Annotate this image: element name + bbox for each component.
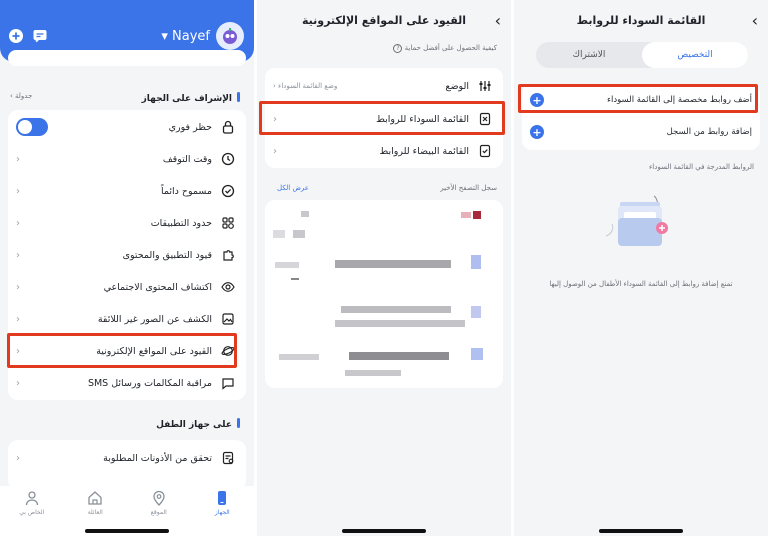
clock-icon xyxy=(218,149,238,169)
blurred-url[interactable] xyxy=(341,306,451,313)
instant-block-row[interactable]: حظر فوري xyxy=(8,111,246,143)
lock-icon xyxy=(218,117,238,137)
app-content-restrictions-row[interactable]: قيود التطبيق والمحتوى ‹ xyxy=(8,239,246,271)
chevron-left-icon: ‹ xyxy=(16,153,20,165)
device-icon xyxy=(214,490,230,506)
site-favicon xyxy=(473,211,481,219)
child-device-title: على جهاز الطفل xyxy=(156,418,240,430)
tab-custom[interactable]: التخصيص xyxy=(642,42,748,68)
top-card-edge xyxy=(8,50,246,66)
page-title: القائمة السوداء للروابط xyxy=(576,14,706,27)
site-favicon xyxy=(461,212,471,218)
empty-state-text: تمنع إضافة روابط إلى القائمة السوداء الأ… xyxy=(549,280,733,288)
history-card xyxy=(265,200,503,388)
tab-subscription[interactable]: الاشتراك xyxy=(536,42,642,68)
avatar[interactable] xyxy=(216,22,244,50)
question-icon: ? xyxy=(393,44,403,53)
empty-folder-icon xyxy=(600,190,680,254)
included-links-label: الروابط المدرجة في القائمة السوداء xyxy=(649,163,754,171)
add-circle-icon: + xyxy=(530,125,544,139)
blacklist-highlight xyxy=(259,101,505,135)
schedule-link[interactable]: ‹ جدولة xyxy=(10,92,32,100)
tabs: التخصيص الاشتراك xyxy=(536,42,748,68)
nav-device[interactable]: الجهاز xyxy=(200,490,244,536)
mode-value: وضع القائمة السوداء ‹ xyxy=(273,82,338,90)
chevron-left-icon: ‹ xyxy=(16,185,20,197)
chevron-left-icon: ‹ xyxy=(273,145,277,157)
blurred-text xyxy=(291,278,299,280)
whitelist-row[interactable]: القائمة البيضاء للروابط ‹ xyxy=(265,135,503,167)
site-favicon xyxy=(471,306,481,318)
device-panel: ▾ Nayef الإشراف على الجهاز ‹ جدولة حظر ف… xyxy=(0,0,254,536)
message-icon[interactable] xyxy=(32,28,48,44)
blurred-url[interactable] xyxy=(335,320,465,327)
image-detection-row[interactable]: الكشف عن الصور غير اللائقة ‹ xyxy=(8,303,246,335)
calls-sms-row[interactable]: مراقبة المكالمات ورسائل SMS ‹ xyxy=(8,367,246,399)
blurred-url[interactable] xyxy=(345,370,401,376)
image-scan-icon xyxy=(218,309,238,329)
home-icon xyxy=(87,490,103,506)
home-indicator xyxy=(342,529,426,533)
help-link[interactable]: كيفية الحصول على أفضل حماية ? xyxy=(393,44,497,53)
blurred-url[interactable] xyxy=(301,211,309,217)
person-icon xyxy=(24,490,40,506)
home-indicator xyxy=(599,529,683,533)
add-custom-highlight xyxy=(518,84,758,113)
social-detection-row[interactable]: اكتشاف المحتوى الاجتماعي ‹ xyxy=(8,271,246,303)
chevron-left-icon: ‹ xyxy=(16,281,20,293)
puzzle-icon xyxy=(218,245,238,265)
blurred-url[interactable] xyxy=(293,230,305,238)
app-limits-row[interactable]: حدود التطبيقات ‹ xyxy=(8,207,246,239)
blurred-url[interactable] xyxy=(279,354,319,360)
chevron-left-icon: ‹ xyxy=(16,377,20,389)
chevron-left-icon: ‹ xyxy=(16,313,20,325)
blacklist-panel: ‹ القائمة السوداء للروابط التخصيص الاشتر… xyxy=(514,0,768,536)
add-from-history-row[interactable]: إضافة روابط من السجل + xyxy=(522,116,760,148)
website-restrictions-highlight xyxy=(7,333,237,368)
supervision-title: الإشراف على الجهاز xyxy=(142,92,240,104)
show-all-link[interactable]: عرض الكل xyxy=(277,184,309,192)
child-device-card: تحقق من الأذونات المطلوبة ‹ xyxy=(8,440,246,490)
whitelist-icon xyxy=(475,141,495,161)
chevron-left-icon: ‹ xyxy=(16,217,20,229)
blurred-url[interactable] xyxy=(335,260,451,268)
blurred-url[interactable] xyxy=(349,352,449,360)
nav-mine[interactable]: الخاص بي xyxy=(10,490,54,536)
location-icon xyxy=(151,490,167,506)
downtime-row[interactable]: وقت التوقف ‹ xyxy=(8,143,246,175)
site-favicon xyxy=(471,255,481,269)
website-restrictions-panel: ‹ القيود على المواقع الإلكترونية كيفية ا… xyxy=(257,0,511,536)
user-name[interactable]: ▾ Nayef xyxy=(161,29,210,44)
instant-block-toggle[interactable] xyxy=(16,118,48,136)
sliders-icon xyxy=(475,76,495,96)
eye-icon xyxy=(218,277,238,297)
always-allowed-row[interactable]: مسموح دائماً ‹ xyxy=(8,175,246,207)
chat-icon xyxy=(218,373,238,393)
checklist-icon xyxy=(218,448,238,468)
blurred-url[interactable] xyxy=(275,262,299,268)
mode-row[interactable]: الوضع وضع القائمة السوداء ‹ xyxy=(265,70,503,102)
check-badge-icon xyxy=(218,181,238,201)
chevron-left-icon: ‹ xyxy=(16,452,20,464)
page-title: القيود على المواقع الإلكترونية xyxy=(301,14,467,27)
blurred-url[interactable] xyxy=(273,230,285,238)
home-indicator xyxy=(85,529,169,533)
add-icon[interactable] xyxy=(8,28,24,44)
history-label: سجل التصفح الأخير xyxy=(440,184,497,192)
site-favicon xyxy=(471,348,483,360)
check-permissions-row[interactable]: تحقق من الأذونات المطلوبة ‹ xyxy=(8,442,246,474)
chevron-left-icon: ‹ xyxy=(16,249,20,261)
app-limit-icon xyxy=(218,213,238,233)
